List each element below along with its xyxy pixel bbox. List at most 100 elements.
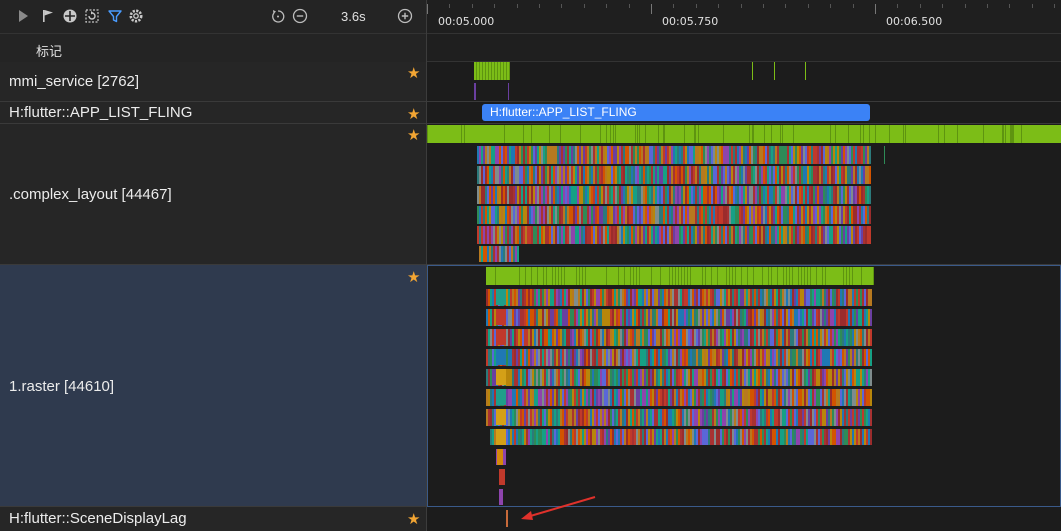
- trace-slice[interactable]: [869, 226, 871, 244]
- cpu-usage-gap[interactable]: [675, 267, 676, 285]
- cpu-usage-gap[interactable]: [552, 267, 553, 285]
- trace-slice[interactable]: [496, 309, 506, 325]
- cpu-usage-gap[interactable]: [747, 267, 748, 285]
- cpu-usage-gap[interactable]: [741, 267, 742, 285]
- cpu-slice-gap[interactable]: [500, 62, 501, 80]
- cpu-slice-gap[interactable]: [509, 62, 510, 80]
- cpu-usage-gap[interactable]: [777, 267, 778, 285]
- cpu-usage-gap[interactable]: [835, 125, 836, 143]
- cpu-usage-gap[interactable]: [461, 125, 462, 143]
- star-icon[interactable]: ★: [407, 512, 423, 528]
- cpu-usage-gap[interactable]: [846, 267, 847, 285]
- cpu-usage-gap[interactable]: [636, 267, 637, 285]
- cpu-usage-gap[interactable]: [464, 125, 465, 143]
- lane-scene-display-lag[interactable]: [427, 496, 1061, 531]
- cpu-usage-gap[interactable]: [651, 267, 652, 285]
- cpu-slice-gap[interactable]: [497, 62, 498, 80]
- trace-slice[interactable]: [870, 409, 872, 426]
- cpu-usage-gap[interactable]: [504, 125, 505, 143]
- cpu-slice-gap[interactable]: [494, 62, 495, 80]
- play-icon[interactable]: [15, 8, 31, 24]
- cpu-usage-gap[interactable]: [645, 125, 646, 143]
- cpu-usage-gap[interactable]: [905, 125, 906, 143]
- cpu-usage-gap[interactable]: [531, 125, 532, 143]
- lane-mmi-service[interactable]: [427, 62, 1061, 102]
- track-mmi-service[interactable]: mmi_service [2762] ★: [0, 62, 426, 102]
- cpu-usage-gap[interactable]: [863, 125, 864, 143]
- cpu-slice[interactable]: [805, 62, 806, 80]
- cpu-usage-gap[interactable]: [672, 267, 673, 285]
- cpu-usage-gap[interactable]: [495, 267, 496, 285]
- cpu-usage-gap[interactable]: [717, 267, 718, 285]
- cpu-slice-gap[interactable]: [482, 62, 483, 80]
- cpu-usage-gap[interactable]: [860, 125, 861, 143]
- cpu-usage-gap[interactable]: [816, 267, 817, 285]
- cpu-usage-gap[interactable]: [558, 267, 559, 285]
- cpu-usage-gap[interactable]: [549, 125, 550, 143]
- cpu-usage-gap[interactable]: [762, 267, 763, 285]
- cpu-usage-gap[interactable]: [801, 267, 802, 285]
- cpu-usage-gap[interactable]: [582, 267, 583, 285]
- cpu-usage-gap[interactable]: [848, 125, 849, 143]
- trace-slice[interactable]: [870, 349, 872, 366]
- cpu-usage-gap[interactable]: [702, 267, 703, 285]
- cpu-slice-gap[interactable]: [485, 62, 486, 80]
- cpu-usage-gap[interactable]: [771, 267, 772, 285]
- cpu-usage-gap[interactable]: [869, 125, 870, 143]
- crosshair-icon[interactable]: [62, 8, 78, 24]
- cpu-usage-gap[interactable]: [669, 267, 670, 285]
- flag-icon[interactable]: [40, 8, 56, 24]
- cpu-usage-gap[interactable]: [944, 125, 945, 143]
- trace-slice[interactable]: [884, 146, 885, 164]
- cpu-usage-gap[interactable]: [889, 125, 890, 143]
- trace-slice[interactable]: [499, 489, 503, 505]
- cpu-usage-gap[interactable]: [687, 267, 688, 285]
- star-icon[interactable]: ★: [407, 128, 423, 144]
- cpu-usage-gap[interactable]: [749, 125, 750, 143]
- trace-slice[interactable]: [496, 429, 506, 445]
- cpu-usage-gap[interactable]: [1005, 125, 1006, 143]
- cpu-slice-gap[interactable]: [506, 62, 507, 80]
- trace-slice[interactable]: [870, 289, 872, 306]
- cpu-usage-gap[interactable]: [957, 125, 958, 143]
- cpu-usage-gap[interactable]: [606, 125, 607, 143]
- trace-slice[interactable]: [496, 369, 506, 385]
- trace-slice[interactable]: [499, 469, 505, 485]
- cpu-usage-gap[interactable]: [983, 125, 984, 143]
- cpu-usage-gap[interactable]: [764, 125, 765, 143]
- cpu-usage-gap[interactable]: [523, 125, 524, 143]
- trace-slice[interactable]: [869, 166, 871, 184]
- cpu-usage-gap[interactable]: [639, 125, 640, 143]
- star-icon[interactable]: ★: [407, 270, 423, 286]
- cpu-usage-gap[interactable]: [580, 125, 581, 143]
- cpu-usage-gap[interactable]: [555, 267, 556, 285]
- cpu-usage-gap[interactable]: [543, 267, 544, 285]
- cpu-slice-gap[interactable]: [479, 62, 480, 80]
- cpu-usage-gap[interactable]: [630, 267, 631, 285]
- cpu-usage-gap[interactable]: [732, 267, 733, 285]
- cpu-usage-gap[interactable]: [723, 125, 724, 143]
- refresh-select-icon[interactable]: [84, 8, 100, 24]
- cpu-usage-gap[interactable]: [519, 267, 520, 285]
- cpu-usage-gap[interactable]: [576, 267, 577, 285]
- zoom-out-icon[interactable]: [292, 8, 308, 24]
- filter-icon[interactable]: [107, 8, 123, 24]
- cpu-usage-gap[interactable]: [606, 267, 607, 285]
- cpu-usage-gap[interactable]: [664, 125, 665, 143]
- track-complex-layout[interactable]: .complex_layout [44467] ★: [0, 124, 426, 265]
- cpu-usage-gap[interactable]: [735, 267, 736, 285]
- cpu-usage-gap[interactable]: [783, 267, 784, 285]
- cpu-usage-gap[interactable]: [771, 125, 772, 143]
- lane-raster[interactable]: [427, 265, 1061, 507]
- cpu-usage-gap[interactable]: [810, 267, 811, 285]
- cpu-usage-gap[interactable]: [1021, 125, 1022, 143]
- reset-icon[interactable]: [270, 8, 286, 24]
- cpu-usage-gap[interactable]: [798, 267, 799, 285]
- cpu-usage-gap[interactable]: [600, 125, 601, 143]
- cpu-slice[interactable]: [752, 62, 753, 80]
- cpu-usage-gap[interactable]: [525, 267, 526, 285]
- track-app-list-fling[interactable]: H:flutter::APP_LIST_FLING ★: [0, 102, 426, 124]
- trace-slice[interactable]: [870, 389, 872, 406]
- cpu-usage-gap[interactable]: [753, 267, 754, 285]
- cpu-usage-gap[interactable]: [822, 267, 823, 285]
